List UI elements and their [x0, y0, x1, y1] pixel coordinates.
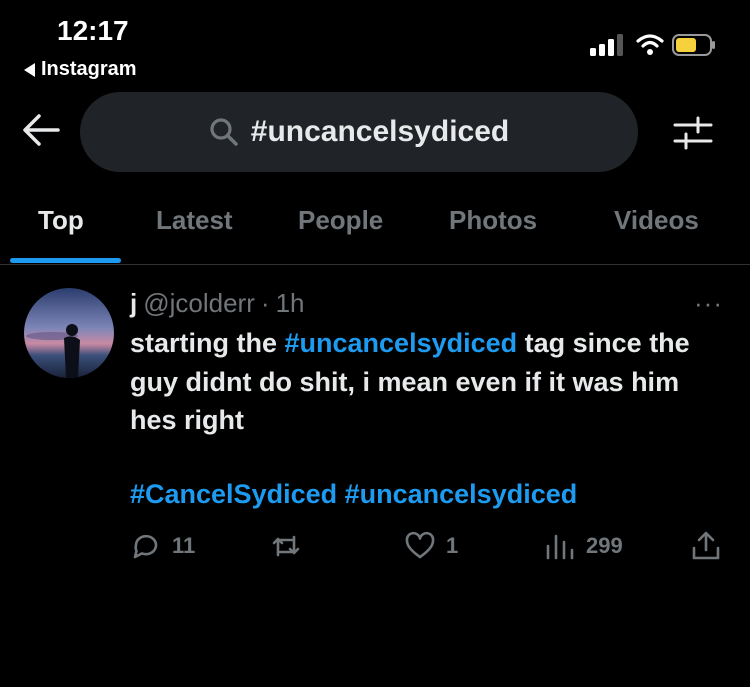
- reply-icon: [133, 534, 158, 559]
- author-handle[interactable]: @jcolderr: [143, 288, 255, 319]
- tab-videos[interactable]: Videos: [614, 205, 699, 236]
- reply-button[interactable]: 11: [130, 530, 195, 562]
- tweet-text: starting the #uncancelsydiced tag since …: [130, 324, 730, 440]
- tab-people[interactable]: People: [298, 205, 383, 236]
- filter-icon[interactable]: [672, 112, 714, 154]
- retweet-icon: [272, 535, 300, 557]
- more-icon[interactable]: ···: [694, 288, 723, 319]
- back-to-app-link[interactable]: Instagram: [24, 58, 137, 81]
- back-triangle-icon: [24, 62, 35, 77]
- author-name[interactable]: j: [130, 288, 137, 319]
- tweet-header: j @jcolderr · 1h: [130, 288, 304, 319]
- tab-photos[interactable]: Photos: [449, 205, 537, 236]
- tweet-time[interactable]: 1h: [276, 288, 305, 319]
- views-button[interactable]: 299: [544, 530, 623, 562]
- hashtag-link[interactable]: #CancelSydiced: [130, 479, 337, 509]
- avatar-image: [24, 288, 114, 378]
- wifi-icon: [636, 34, 664, 55]
- retweet-button[interactable]: [270, 530, 302, 562]
- share-button[interactable]: [690, 530, 722, 562]
- share-icon: [692, 531, 720, 560]
- battery-icon: [672, 34, 715, 56]
- header-separator: ·: [260, 288, 270, 318]
- search-icon: [210, 118, 238, 146]
- status-time: 12:17: [57, 15, 129, 46]
- hashtag-link[interactable]: #uncancelsydiced: [285, 328, 518, 358]
- search-query: #uncancelsydiced: [250, 115, 510, 148]
- back-app-label: Instagram: [41, 58, 137, 80]
- tweet-text-start: starting the: [130, 328, 285, 358]
- reply-count: 11: [172, 533, 196, 558]
- avatar[interactable]: [24, 288, 114, 378]
- tweet-hashtags: #CancelSydiced #uncancelsydiced: [130, 479, 577, 510]
- search-tabs: Top Latest People Photos Videos: [0, 195, 750, 265]
- cellular-signal-icon: [590, 34, 623, 56]
- tab-top[interactable]: Top: [38, 205, 84, 236]
- active-tab-indicator: [10, 258, 121, 263]
- hashtag-link[interactable]: #uncancelsydiced: [345, 479, 578, 509]
- tab-latest[interactable]: Latest: [156, 205, 233, 236]
- tabs-divider: [0, 264, 750, 265]
- views-count: 299: [586, 533, 623, 558]
- like-icon: [405, 531, 435, 559]
- back-arrow-icon[interactable]: [22, 113, 60, 147]
- like-button[interactable]: 1: [404, 530, 458, 562]
- search-input[interactable]: #uncancelsydiced: [80, 92, 638, 172]
- like-count: 1: [446, 533, 459, 558]
- views-icon: [546, 534, 574, 560]
